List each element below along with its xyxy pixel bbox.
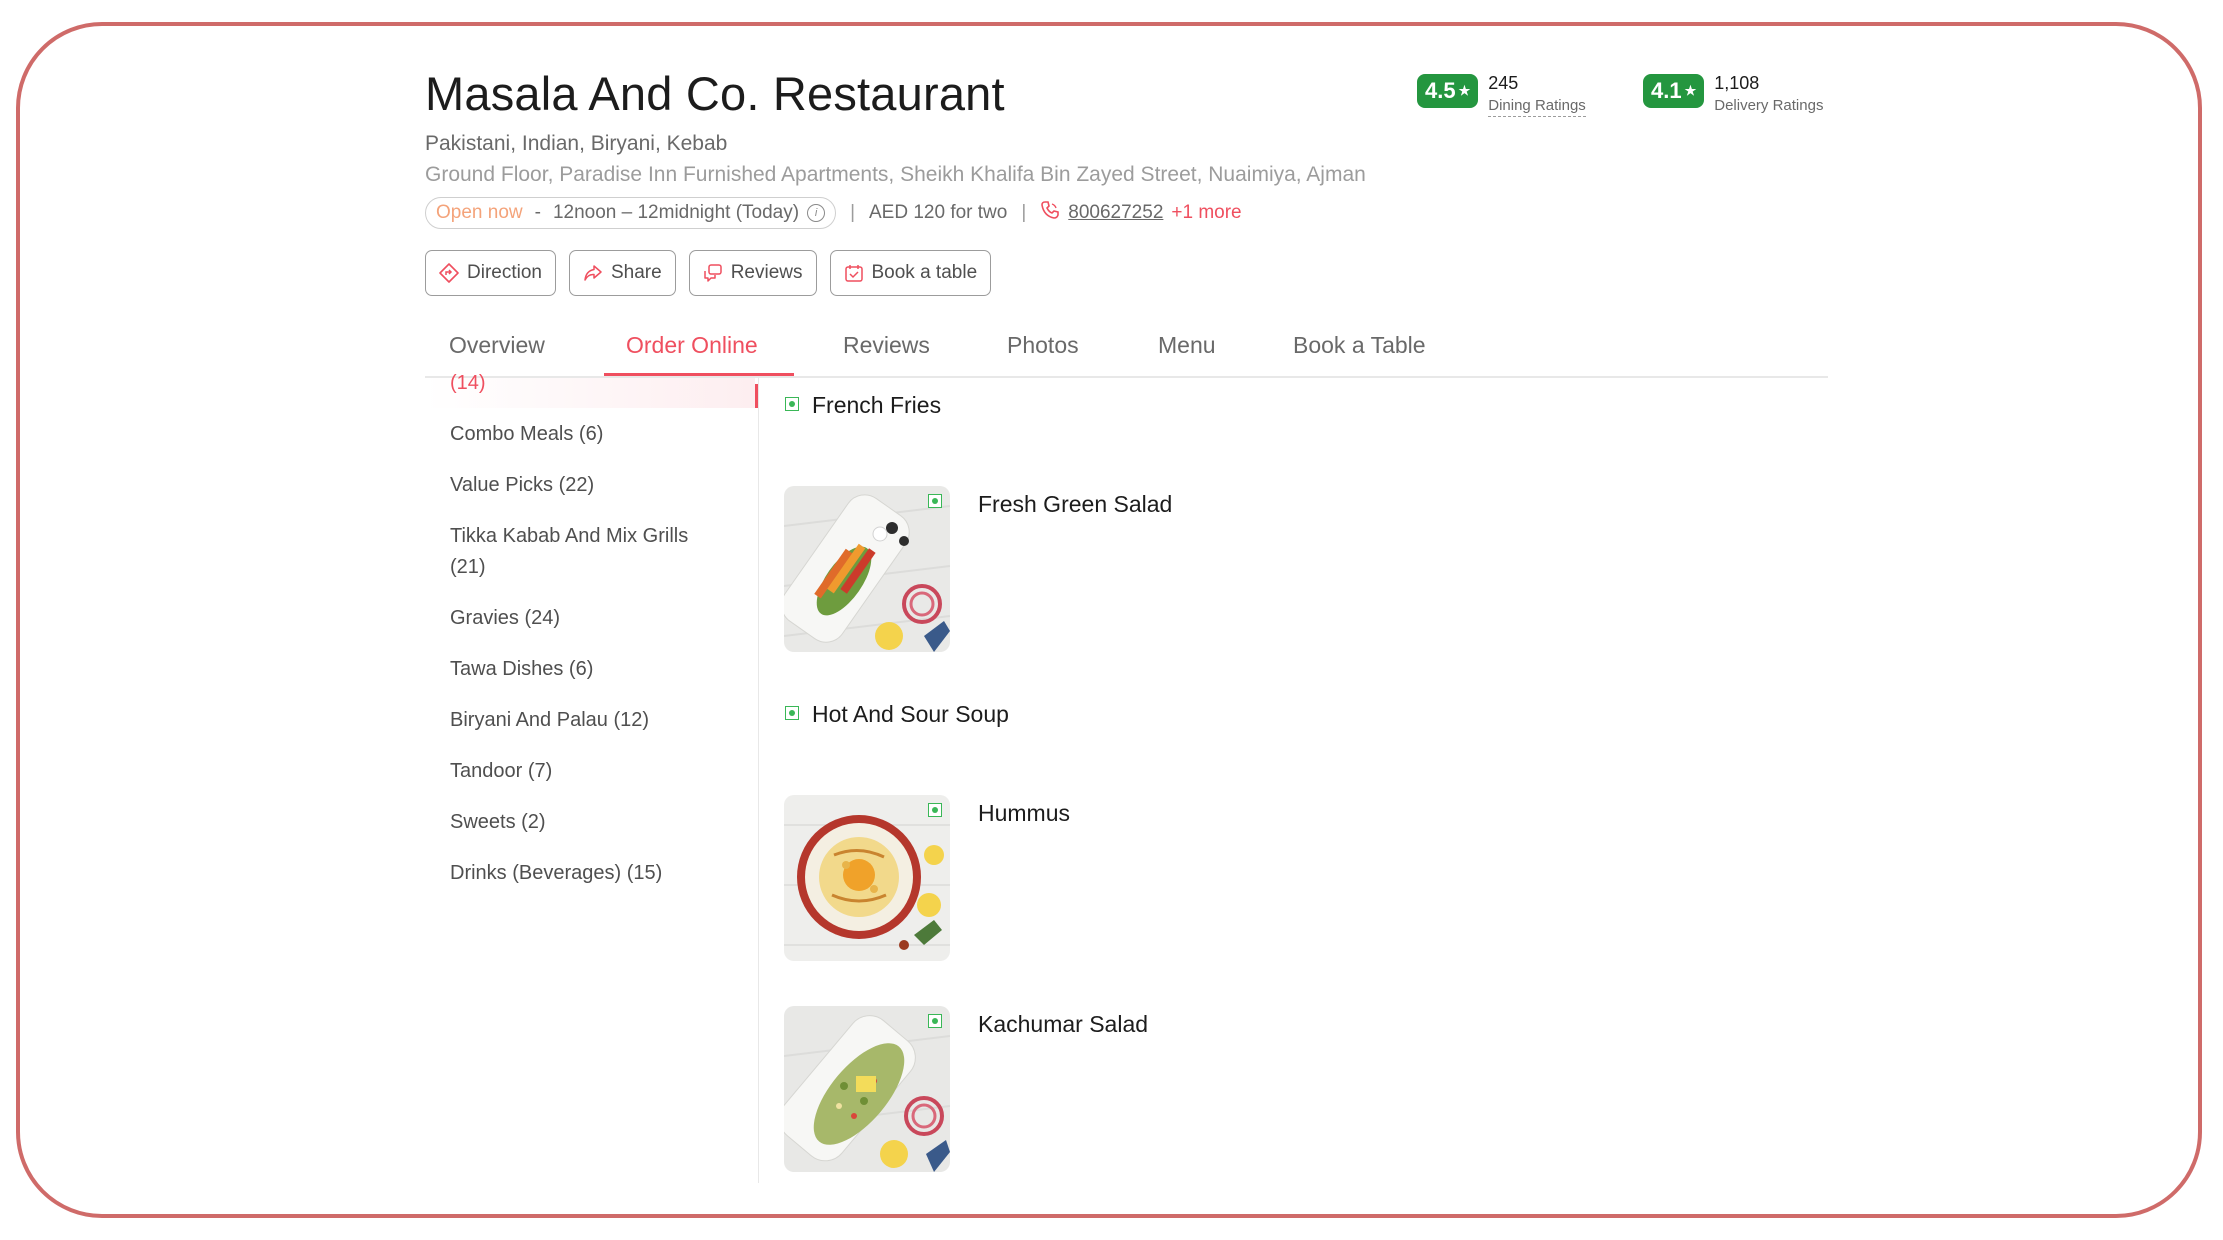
- sidebar-category[interactable]: Tandoor (7): [450, 756, 552, 787]
- reviews-button[interactable]: Reviews: [688, 250, 817, 296]
- opening-hours: 12noon – 12midnight (Today): [552, 202, 800, 223]
- sidebar-category[interactable]: Gravies (24): [450, 603, 560, 634]
- share-icon: [584, 265, 602, 281]
- timing-pill[interactable]: Open now - 12noon – 12midnight (Today) i: [425, 197, 837, 229]
- dish-name: Hummus: [978, 800, 1071, 826]
- info-icon[interactable]: i: [807, 204, 826, 222]
- dining-rating-count: 245: [1488, 73, 1519, 93]
- dining-rating[interactable]: 4.5 ★ 245 Dining Ratings: [1417, 74, 1586, 117]
- restaurant-address: Ground Floor, Paradise Inn Furnished Apa…: [425, 163, 1366, 186]
- reviews-icon: [703, 264, 722, 282]
- tab-book-a-table[interactable]: Book a Table: [1293, 312, 1426, 378]
- divider: |: [1021, 202, 1027, 223]
- delivery-rating-score: 4.1: [1651, 78, 1682, 103]
- calendar-icon: [844, 265, 863, 282]
- action-buttons: Direction Share Reviews Book a table: [425, 250, 992, 296]
- share-label: Share: [610, 262, 662, 283]
- delivery-rating-label: Delivery Ratings: [1714, 97, 1824, 114]
- timing-separator: -: [534, 202, 541, 223]
- sidebar-category[interactable]: Tikka Kabab And Mix Grills (21): [450, 521, 688, 583]
- delivery-rating-badge: 4.1 ★: [1643, 74, 1705, 108]
- dish-name: Hot And Sour Soup: [812, 701, 1009, 727]
- direction-button[interactable]: Direction: [425, 250, 556, 296]
- sidebar-category[interactable]: Value Picks (22): [450, 470, 594, 501]
- tab-overview[interactable]: Overview: [449, 312, 545, 378]
- divider: |: [850, 202, 855, 223]
- veg-icon: [785, 706, 799, 720]
- dish-name: Kachumar Salad: [978, 1011, 1149, 1037]
- restaurant-info-row: Open now - 12noon – 12midnight (Today) i…: [425, 196, 1242, 230]
- dish-name: Fresh Green Salad: [978, 491, 1173, 517]
- veg-icon: [928, 803, 942, 817]
- share-button[interactable]: Share: [568, 250, 676, 296]
- sidebar-category[interactable]: (14): [450, 372, 486, 394]
- sidebar-category[interactable]: Tawa Dishes (6): [450, 654, 593, 685]
- tab-menu[interactable]: Menu: [1158, 312, 1216, 378]
- open-status: Open now: [436, 202, 523, 223]
- dish-image[interactable]: [784, 795, 950, 961]
- star-icon: ★: [1458, 83, 1471, 98]
- sidebar-category[interactable]: Drinks (Beverages) (15): [450, 858, 662, 889]
- reviews-label: Reviews: [730, 262, 803, 283]
- sidebar-divider: [758, 378, 759, 1183]
- book-table-button[interactable]: Book a table: [829, 250, 992, 296]
- sidebar-category-label: Tikka Kabab And Mix Grills: [450, 525, 689, 547]
- dining-rating-label: Dining Ratings: [1488, 98, 1586, 117]
- dish-image[interactable]: [784, 1006, 950, 1172]
- delivery-rating[interactable]: 4.1 ★ 1,108 Delivery Ratings: [1643, 74, 1823, 116]
- phone-number-link[interactable]: 800627252: [1068, 202, 1163, 224]
- direction-icon: [439, 263, 459, 283]
- restaurant-cuisines: Pakistani, Indian, Biryani, Kebab: [425, 132, 728, 155]
- tab-reviews[interactable]: Reviews: [843, 312, 930, 378]
- sidebar-category-count: (21): [450, 556, 486, 578]
- tab-photos[interactable]: Photos: [1007, 312, 1079, 378]
- veg-icon: [785, 397, 799, 411]
- cost-for-two: AED 120 for two: [869, 202, 1008, 223]
- book-table-label: Book a table: [871, 262, 978, 283]
- tab-order-online[interactable]: Order Online: [626, 312, 758, 378]
- veg-icon: [928, 494, 942, 508]
- phone-icon: [1040, 200, 1060, 226]
- veg-icon: [928, 1014, 942, 1028]
- sidebar-category[interactable]: Combo Meals (6): [450, 419, 603, 450]
- sidebar-category[interactable]: Sweets (2): [450, 807, 546, 838]
- dining-rating-badge: 4.5 ★: [1417, 74, 1479, 108]
- dish-image[interactable]: [784, 486, 950, 652]
- star-icon: ★: [1684, 83, 1697, 98]
- active-tab-indicator: [604, 373, 794, 376]
- direction-label: Direction: [467, 262, 542, 283]
- restaurant-name: Masala And Co. Restaurant: [425, 67, 1005, 120]
- dish-name: French Fries: [812, 392, 942, 418]
- tab-bar: Overview Order Online Reviews Photos Men…: [425, 312, 1828, 378]
- sidebar-category[interactable]: Biryani And Palau (12): [450, 705, 649, 736]
- delivery-rating-count: 1,108: [1714, 73, 1760, 93]
- more-phones-link[interactable]: +1 more: [1171, 202, 1241, 224]
- dining-rating-score: 4.5: [1425, 78, 1456, 103]
